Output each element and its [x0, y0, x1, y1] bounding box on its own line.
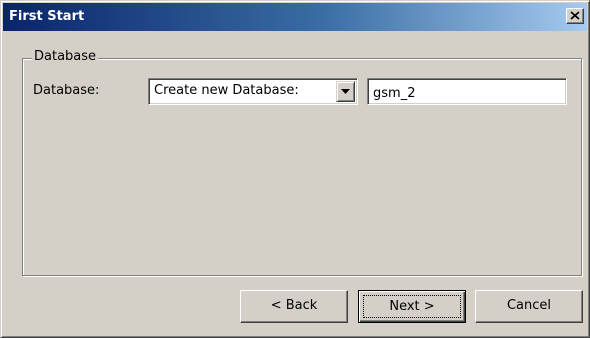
first-start-dialog: First Start Database Database: Create ne…	[0, 0, 590, 338]
groupbox-legend: Database	[32, 49, 99, 65]
next-button-label: Next >	[363, 295, 461, 318]
combobox-dropdown-button[interactable]	[336, 81, 355, 102]
title-bar[interactable]: First Start	[3, 3, 587, 31]
database-mode-combobox[interactable]: Create new Database:	[148, 78, 358, 105]
close-button[interactable]	[566, 8, 584, 24]
window-title: First Start	[9, 9, 85, 24]
next-button[interactable]: Next >	[358, 290, 466, 323]
cancel-button[interactable]: Cancel	[475, 290, 583, 323]
database-label: Database:	[33, 83, 100, 98]
combobox-selected-value: Create new Database:	[154, 83, 299, 98]
back-button[interactable]: < Back	[240, 290, 348, 323]
database-name-input[interactable]	[367, 78, 567, 105]
